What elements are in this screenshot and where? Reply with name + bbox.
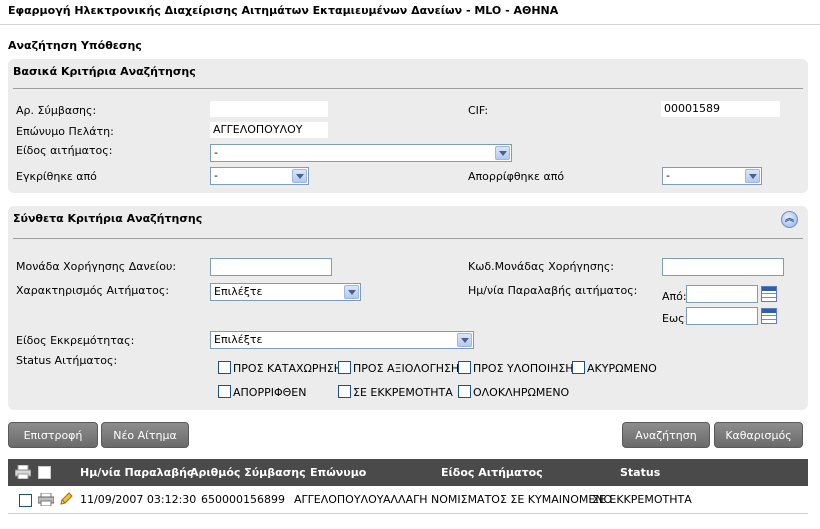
cell-status: ΣΕ ΕΚΚΡΕΜΟΤΗΤΑ [592,493,692,506]
cif-label: CIF: [468,104,489,117]
status-label-for-registration: ΠΡΟΣ ΚΑΤΑΧΩΡΗΣΗ [233,362,343,375]
basic-criteria-title: Βασικά Κριτήρια Αναζήτησης [13,65,196,78]
cell-request-type: ΑΛΛΑΓΗ ΝΟΜΙΣΜΑΤΟΣ ΣΕ ΚΥΜΑΙΝΟΜΕΝΟ [383,493,613,506]
status-label-completed: ΟΛΟΚΛΗΡΩΜΕΝΟ [473,386,570,399]
cif-input[interactable]: 00001589 [661,101,780,117]
app-title: Εφαρμογή Ηλεκτρονικής Διαχείρισης Αιτημά… [8,4,559,17]
status-label-for-evaluation: ΠΡΟΣ ΑΞΙΟΛΟΓΗΣΗ [353,362,460,375]
calendar-icon[interactable] [761,286,777,302]
collapse-up-icon[interactable]: ︽ [781,211,798,228]
status-checkbox-rejected[interactable] [218,385,231,398]
date-to-input[interactable] [686,307,758,325]
contract-number-label: Αρ. Σύμβασης: [16,104,97,117]
date-from-label: Από: [662,290,687,303]
request-type-select[interactable]: - [210,144,512,162]
loan-unit-label: Μονάδα Χορήγησης Δανείου: [16,260,177,273]
pending-type-label: Είδος Εκκρεμότητας: [16,334,135,347]
table-row[interactable]: 11/09/2007 03:12:30 650000156899 ΑΓΓΕΛΟΠ… [8,486,808,514]
rejected-by-value: - [666,169,670,182]
results-grid-header: Ημ/νία Παραλαβής Αριθμός Σύμβασης Επώνυμ… [8,459,808,486]
characterization-label: Χαρακτηρισμός Αιτήματος: [16,284,170,297]
calendar-icon[interactable] [761,308,777,324]
chevron-down-icon[interactable] [292,169,307,183]
approved-by-select[interactable]: - [210,167,309,185]
date-to-label: Εως: [662,312,689,325]
customer-surname-label: Επώνυμο Πελάτη: [16,125,114,138]
chevron-down-icon[interactable] [495,146,510,160]
print-icon[interactable] [38,493,54,506]
status-label-rejected: ΑΠΟΡΡΙΦΘΕΝ [233,386,307,399]
row-checkbox[interactable] [19,494,32,507]
advanced-criteria-title: Σύνθετα Κριτήρια Αναζήτησης [13,212,203,225]
pencil-icon[interactable] [59,492,73,506]
cell-received-date: 11/09/2007 03:12:30 [80,493,197,506]
chevron-down-icon[interactable] [344,285,359,299]
basic-criteria-divider [13,88,803,89]
request-type-label: Είδος αιτήματος: [16,144,113,157]
pending-type-select[interactable]: Επιλέξτε [210,331,474,349]
loan-unit-input[interactable] [210,258,332,276]
title-divider [0,24,820,25]
back-button[interactable]: Επιστροφή [8,422,98,448]
status-checkbox-pending[interactable] [338,385,351,398]
characterization-select[interactable]: Επιλέξτε [210,283,361,301]
status-checkbox-for-evaluation[interactable] [338,361,351,374]
new-request-button[interactable]: Νέο Αίτημα [101,422,189,448]
header-surname[interactable]: Επώνυμο [310,466,366,479]
clear-button[interactable]: Καθαρισμός [714,422,803,448]
page-title: Αναζήτηση Υπόθεσης [8,39,142,52]
cell-surname: ΑΓΓΕΛΟΠΟΥΛΟΥ [294,493,384,506]
request-status-label: Status Αιτήματος: [16,354,118,367]
advanced-criteria-divider [13,238,803,239]
status-label-for-implementation: ΠΡΟΣ ΥΛΟΠΟΙΗΣΗ [473,362,574,375]
select-all-checkbox[interactable] [38,466,51,479]
search-button[interactable]: Αναζήτηση [622,422,710,448]
status-checkbox-completed[interactable] [458,385,471,398]
unit-code-label: Κωδ.Μονάδας Χορήγησης: [468,260,615,273]
chevron-down-icon[interactable] [745,169,760,183]
header-received-date[interactable]: Ημ/νία Παραλαβής [80,466,193,479]
rejected-by-select[interactable]: - [662,167,762,185]
print-all-icon[interactable] [15,465,31,479]
customer-surname-input[interactable]: ΑΓΓΕΛΟΠΟΥΛΟΥ [210,122,328,138]
chevron-down-icon[interactable] [457,333,472,347]
header-contract-number[interactable]: Αριθμός Σύμβασης [190,466,306,479]
header-request-type[interactable]: Είδος Αιτήματος [441,466,543,479]
status-checkbox-for-implementation[interactable] [458,361,471,374]
pending-type-value: Επιλέξτε [214,333,263,346]
approved-by-value: - [214,169,218,182]
rejected-by-label: Απορρίφθηκε από [468,170,565,183]
status-label-pending: ΣΕ ΕΚΚΡΕΜΟΤΗΤΑ [353,386,453,399]
date-from-input[interactable] [686,285,758,303]
characterization-value: Επιλέξτε [214,285,263,298]
unit-code-input[interactable] [662,258,784,276]
approved-by-label: Εγκρίθηκε από [16,170,97,183]
cell-contract-number: 650000156899 [201,493,285,506]
received-date-label: Ημ/νία Παραλαβής αιτήματος: [468,284,638,297]
status-checkbox-cancelled[interactable] [572,361,585,374]
contract-number-input[interactable] [210,101,328,117]
status-label-cancelled: ΑΚΥΡΩΜΕΝΟ [587,362,657,375]
header-status[interactable]: Status [620,466,660,479]
status-checkbox-for-registration[interactable] [218,361,231,374]
request-type-value: - [214,146,218,159]
